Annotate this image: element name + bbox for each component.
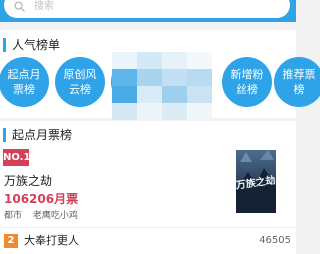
- popular-item-label: 原创风云榜: [63, 68, 97, 96]
- top-book-meta: 都市 老鹰吃小鸡: [4, 211, 86, 222]
- rank-2-badge: 2: [4, 234, 18, 248]
- popular-item-label: 推荐票榜: [282, 68, 316, 96]
- top-book-author: 老鹰吃小鸡: [32, 211, 78, 221]
- accent-bar: [3, 128, 6, 142]
- book-cover[interactable]: 万族之劫: [236, 150, 276, 213]
- popular-item-original[interactable]: 原创风云榜: [55, 57, 105, 107]
- accent-bar: [3, 38, 6, 52]
- mosaic-blur: [112, 52, 212, 120]
- monthly-header: 起点月票榜: [0, 124, 296, 144]
- monthly-title: 起点月票榜: [12, 128, 73, 142]
- search-input[interactable]: 搜索: [4, 0, 290, 18]
- popular-item-monthly[interactable]: 起点月票榜: [0, 57, 49, 107]
- top-book-tickets: 106206月票: [4, 192, 79, 206]
- search-placeholder: 搜索: [34, 1, 54, 12]
- popular-item-label: 起点月票榜: [7, 68, 41, 96]
- cover-art-icon: 万族之劫: [236, 150, 276, 213]
- top-book-category: 都市: [4, 211, 23, 221]
- row-divider: [0, 227, 296, 228]
- rank-2-count: 46505: [259, 235, 291, 246]
- top-book-title[interactable]: 万族之劫: [4, 174, 52, 188]
- popular-item-label: 新增粉丝榜: [230, 68, 264, 96]
- rank-2-title: 大奉打更人: [24, 234, 79, 247]
- search-icon: [14, 1, 25, 12]
- popular-item-recommend[interactable]: 推荐票榜: [274, 57, 320, 107]
- top-bar: 搜索: [0, 0, 296, 22]
- popular-title: 人气榜单: [12, 38, 61, 52]
- rank-1-badge: NO.1: [3, 149, 30, 166]
- popular-item-new-fans[interactable]: 新增粉丝榜: [222, 57, 272, 107]
